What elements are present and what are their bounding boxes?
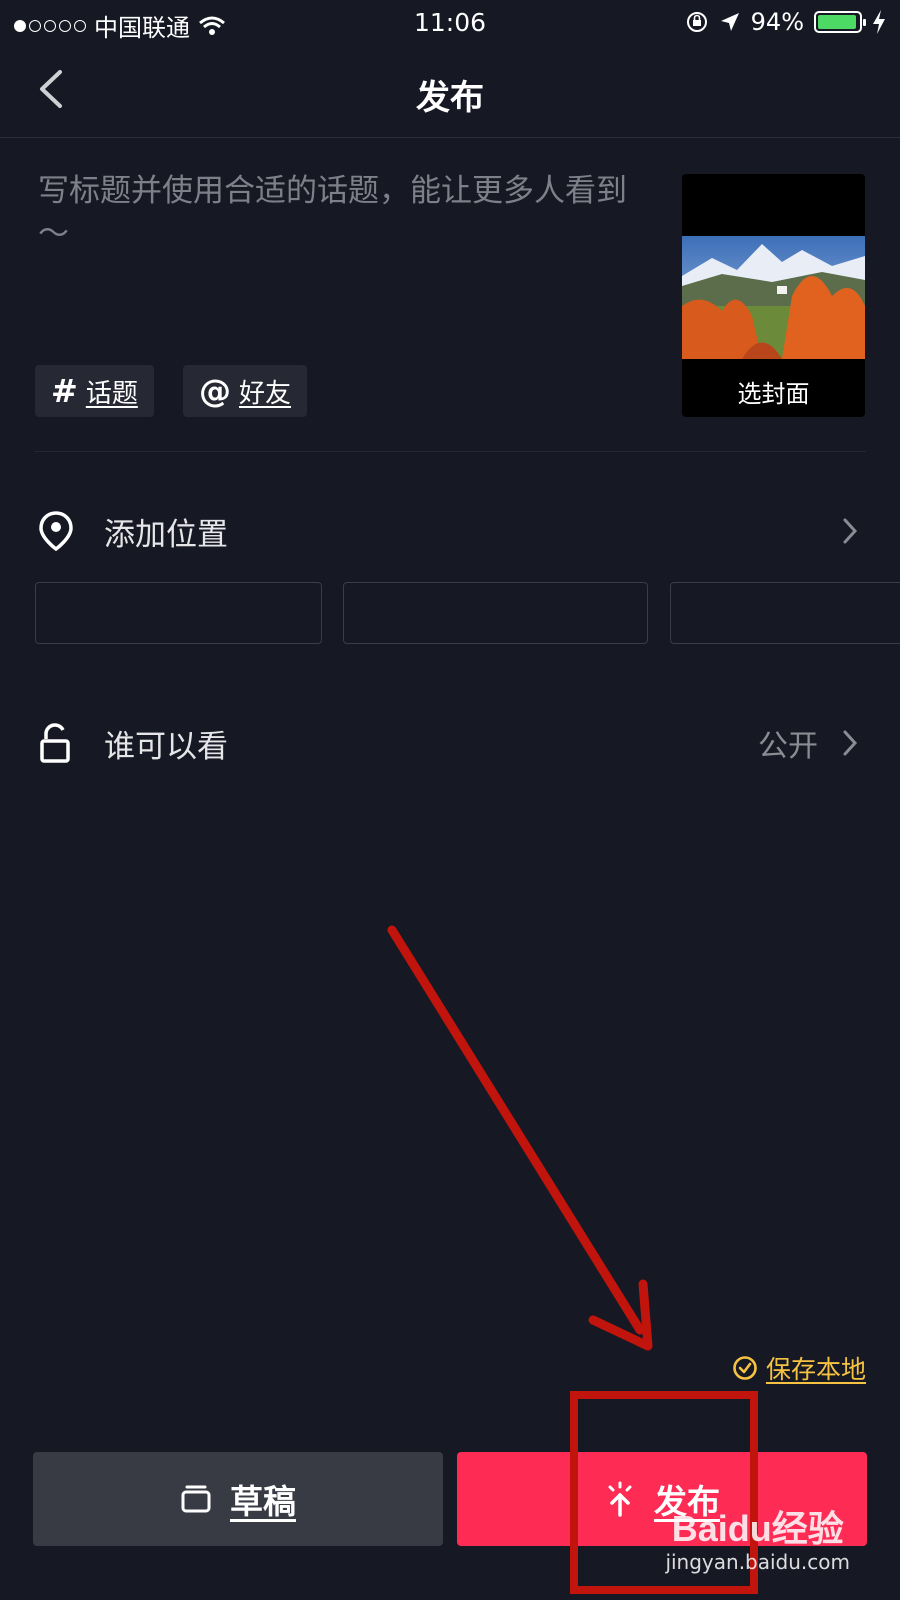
status-right: 94% [685,8,886,36]
drafts-box-icon [181,1485,211,1513]
orientation-lock-icon [686,12,707,32]
chevron-right-icon [843,518,858,544]
watermark-logo: Baidu经验 [671,1508,844,1549]
chevron-right-icon [843,730,858,756]
battery-percent: 94% [750,8,804,36]
save-local-label: 保存本地 [765,1355,866,1384]
location-pin-icon [39,511,73,551]
draft-label: 草稿 [230,1482,296,1521]
save-local-toggle[interactable]: 保存本地 [732,1350,866,1386]
status-bar: 中国联通 11:06 94% [0,0,900,44]
battery-level [818,15,856,29]
add-location-row[interactable]: 添加位置 [0,496,900,566]
section-divider [34,451,866,452]
baidu-watermark: Baidu经验 jingyan.baidu.com [665,1500,850,1574]
cover-selector[interactable]: 选封面 [682,174,865,417]
cover-label: 选封面 [737,380,810,408]
annotation-arrowhead [588,1279,653,1351]
unlock-icon [40,723,70,763]
charging-bolt-icon [873,10,885,34]
upload-arrow-icon [608,1481,632,1517]
visibility-label: 谁可以看 [104,728,228,765]
caption-input[interactable]: 写标题并使用合适的话题，能让更多人看到～ [38,170,638,256]
draft-button[interactable]: 草稿 [33,1452,443,1546]
battery-icon [814,11,866,33]
annotation-arrow [387,925,645,1335]
at-icon: @ [199,372,231,410]
location-arrow-icon [720,13,739,31]
visibility-value: 公开 [758,729,818,764]
mention-friends-button[interactable]: @ 好友 [183,365,308,417]
cover-thumbnail [682,236,865,359]
nav-bar: 发布 [0,44,900,138]
hashtag-label: 话题 [85,378,138,409]
watermark-url: jingyan.baidu.com [665,1550,850,1574]
add-location-label: 添加位置 [104,516,228,553]
hashtag-icon: # [51,372,78,410]
visibility-row[interactable]: 谁可以看 公开 [0,708,900,778]
page-title: 发布 [416,78,484,118]
check-circle-icon [733,1356,757,1380]
mention-label: 好友 [239,378,292,409]
location-suggestion-chip[interactable] [670,582,900,644]
hashtag-button[interactable]: # 话题 [35,365,154,417]
location-suggestion-chip[interactable] [35,582,322,644]
location-suggestion-chip[interactable] [343,582,648,644]
